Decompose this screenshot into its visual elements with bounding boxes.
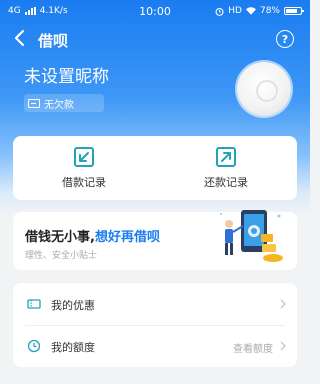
- my-quota-row[interactable]: 我的额度 查看额度: [13, 327, 297, 365]
- nav-bar: 借呗 ?: [0, 24, 310, 54]
- promo-illustration: [220, 210, 283, 262]
- debt-status-badge: 无欠款: [24, 94, 104, 112]
- page-title: 借呗: [38, 32, 69, 50]
- bill-icon: [28, 98, 40, 108]
- borrow-records-button[interactable]: 借款记录: [13, 136, 155, 200]
- wifi-icon: [245, 7, 256, 15]
- divider: [25, 325, 285, 326]
- my-coupons-label: 我的优惠: [51, 299, 95, 312]
- help-glyph: ?: [281, 32, 289, 46]
- borrow-records-label: 借款记录: [62, 176, 106, 189]
- battery-icon: [284, 7, 304, 15]
- alarm-icon: [215, 7, 224, 16]
- promo-banner[interactable]: 借钱无小事,想好再借呗 理性、安全小贴士: [13, 210, 297, 270]
- chevron-right-icon: [280, 299, 286, 309]
- my-quota-label: 我的额度: [51, 341, 95, 354]
- signal-icon: [24, 7, 36, 15]
- promo-title: 借钱无小事,想好再借呗: [25, 226, 160, 245]
- network-label: 4G: [8, 6, 21, 16]
- debt-status-label: 无欠款: [44, 99, 74, 111]
- battery-percent: 78%: [259, 6, 280, 16]
- repay-records-label: 还款记录: [204, 176, 248, 189]
- view-quota-hint: 查看额度: [233, 344, 273, 355]
- my-coupons-row[interactable]: 我的优惠: [13, 285, 297, 323]
- avatar[interactable]: [237, 62, 291, 116]
- promo-title-highlight: 想好再借呗: [94, 230, 160, 245]
- back-arrow-icon[interactable]: [12, 28, 28, 48]
- chevron-right-icon: [280, 341, 286, 351]
- promo-title-prefix: 借钱无小事,: [25, 230, 95, 245]
- network-speed: 4.1K/s: [39, 6, 68, 16]
- coupon-icon: [27, 299, 41, 309]
- repay-records-button[interactable]: 还款记录: [155, 136, 297, 200]
- menu-card: 我的优惠 我的额度 查看额度: [13, 283, 297, 367]
- borrow-record-icon: [74, 147, 94, 167]
- promo-subtitle: 理性、安全小贴士: [25, 251, 98, 261]
- hd-label: HD: [228, 6, 242, 16]
- nickname[interactable]: 未设置昵称: [24, 62, 109, 87]
- records-card: 借款记录 还款记录: [13, 136, 297, 200]
- repay-record-icon: [216, 147, 236, 167]
- help-icon[interactable]: ?: [276, 30, 294, 48]
- quota-icon: [27, 339, 41, 353]
- status-bar: 4G 4.1K/s 10:00 HD 78%: [0, 0, 310, 22]
